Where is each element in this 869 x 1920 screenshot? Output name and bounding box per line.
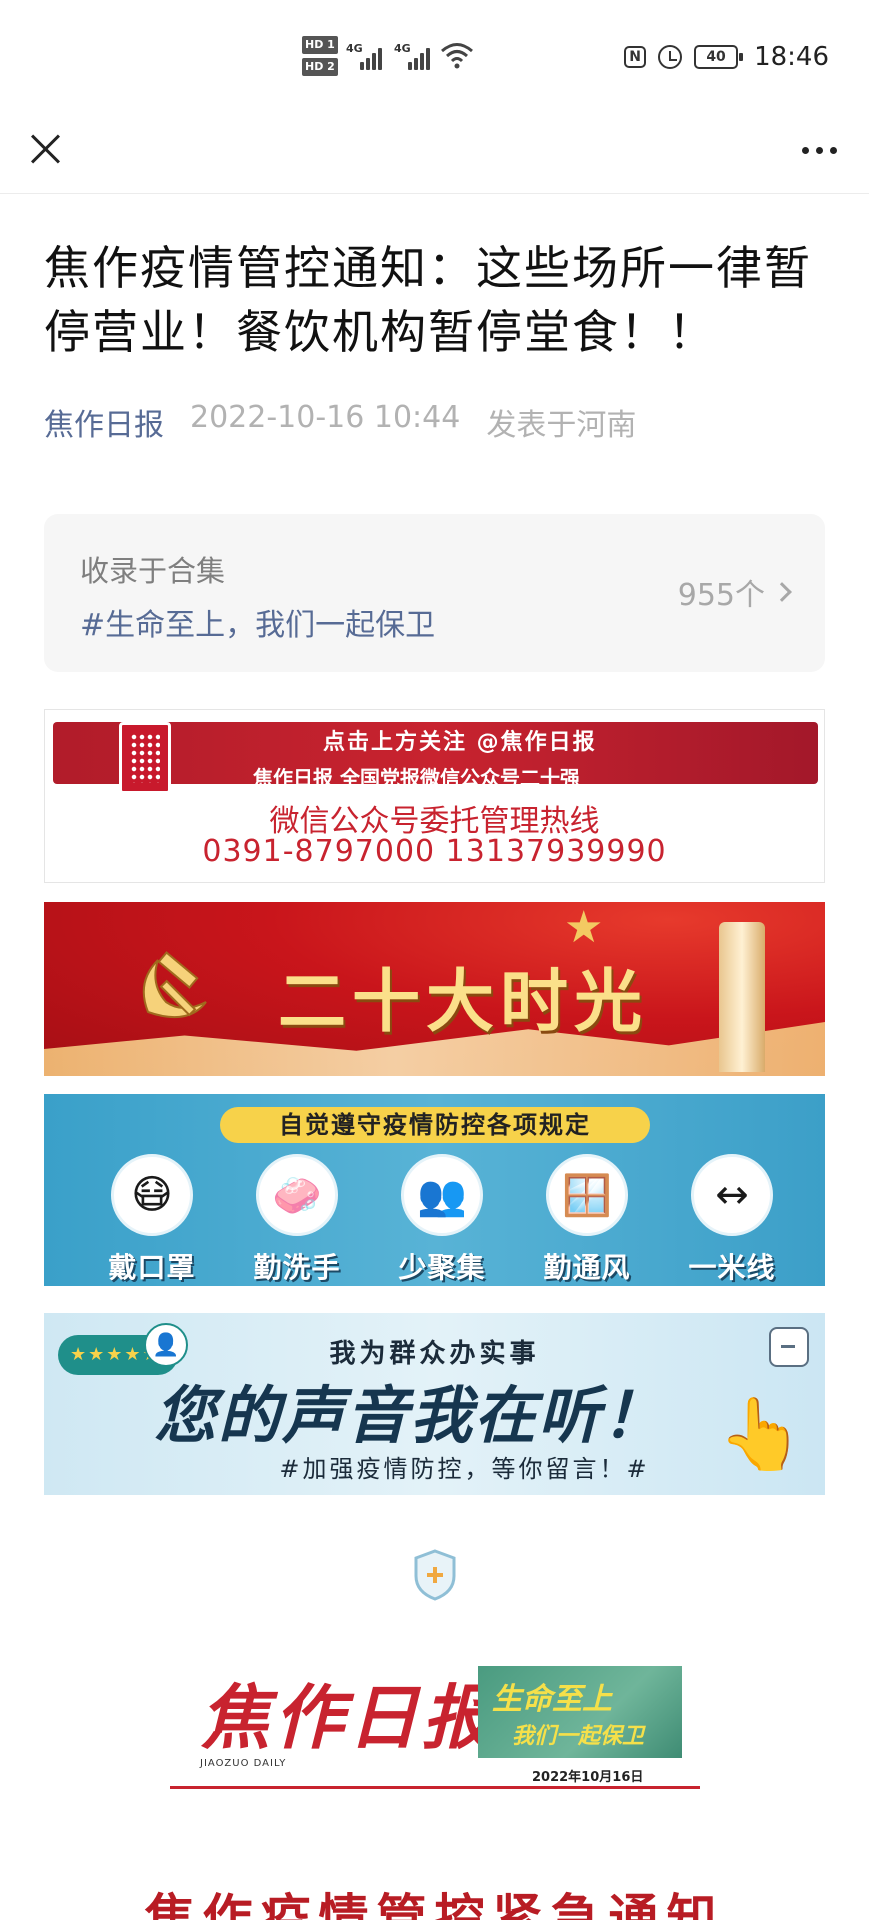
rule-less-gathering: 👥 少聚集 [382, 1154, 502, 1286]
article-title: 焦作疫情管控通知：这些场所一律暂停营业！餐饮机构暂停堂食！！ [44, 241, 812, 359]
rule-wash-hands: 🧼 勤洗手 [237, 1154, 357, 1286]
slogan-line2: 我们一起保卫 [512, 1724, 645, 1749]
publish-datetime: 2022-10-16 10:44 [190, 400, 461, 435]
wifi-icon [441, 43, 473, 69]
hotline-header-strip: 点击上方关注 @焦作日报 焦作日报 全国党报微信公众号二十强 [53, 722, 818, 794]
ranking-text: 焦作日报 全国党报微信公众号二十强 [253, 766, 580, 790]
article-meta: 焦作日报 2022-10-16 10:44 发表于河南 [44, 400, 636, 444]
battery-icon: 40 [694, 45, 744, 69]
exit-icon[interactable] [769, 1327, 809, 1367]
huabiao-pillar-icon [719, 922, 765, 1072]
masthead-name: 焦作日报 [200, 1676, 496, 1759]
signal-1-icon: 4G [346, 42, 384, 70]
collection-count-text: 955个 [677, 578, 765, 613]
mask-icon: 😷 [111, 1154, 193, 1236]
nfc-icon: N [624, 46, 647, 68]
network-type-1: 4G [346, 42, 363, 55]
collection-card[interactable]: 收录于合集 #生命至上，我们一起保卫 955个 [44, 514, 825, 672]
urgent-notice-title: 焦作疫情管控紧急通知 [144, 1888, 725, 1920]
status-right: N 40 18:46 [624, 40, 829, 74]
rule-label: 戴口罩 [108, 1251, 196, 1284]
rule-ventilation: 🪟 勤通风 [527, 1154, 647, 1286]
slogan-line1: 生命至上 [492, 1682, 612, 1717]
distance-icon: ↔ [691, 1154, 773, 1236]
rule-one-meter: ↔ 一米线 [672, 1154, 792, 1286]
collection-tag[interactable]: #生命至上，我们一起保卫 [80, 600, 435, 644]
clock: 18:46 [754, 42, 829, 72]
window-icon: 🪟 [546, 1154, 628, 1236]
shield-plus-icon [414, 1549, 456, 1601]
rule-label: 一米线 [688, 1251, 776, 1284]
masthead-divider [170, 1786, 700, 1789]
network-type-2: 4G [394, 42, 411, 55]
rule-label: 少聚集 [398, 1251, 486, 1284]
publish-location: 发表于河南 [486, 408, 637, 443]
collection-label: 收录于合集 [80, 554, 226, 588]
hd2-badge: HD 2 [302, 58, 338, 76]
more-icon[interactable] [791, 130, 847, 170]
epidemic-rule-list: 😷 戴口罩 🧼 勤洗手 👥 少聚集 🪟 勤通风 ↔ 一米线 [92, 1154, 792, 1286]
chevron-right-icon [772, 582, 792, 602]
hand-wash-icon: 🧼 [256, 1154, 338, 1236]
epidemic-heading: 自觉遵守疫情防控各项规定 [220, 1107, 650, 1143]
rule-mask: 😷 戴口罩 [92, 1154, 212, 1286]
collection-count[interactable]: 955个 [677, 570, 792, 614]
hd-indicator: HD 1 HD 2 [302, 36, 338, 80]
voice-main-text: 您的声音我在听！ [154, 1379, 667, 1452]
signal-2-icon: 4G [394, 42, 432, 70]
newspaper-masthead: 焦作日报 JIAOZUO DAILY 生命至上 我们一起保卫 2022年10月1… [170, 1662, 700, 1790]
rule-label: 勤通风 [543, 1251, 631, 1284]
masthead-date: 2022年10月16日 [532, 1770, 644, 1785]
party-congress-banner[interactable]: ★ 二十大时光 [44, 902, 825, 1076]
rule-label: 勤洗手 [253, 1251, 341, 1284]
epidemic-rules-banner[interactable]: 自觉遵守疫情防控各项规定 😷 戴口罩 🧼 勤洗手 👥 少聚集 🪟 勤通风 ↔ 一… [44, 1094, 825, 1286]
party-banner-text: 二十大时光 [278, 963, 649, 1042]
status-bar: HD 1 HD 2 4G 4G N 40 18:46 [0, 0, 869, 110]
follow-prompt: 点击上方关注 @焦作日报 [323, 730, 597, 755]
top-navigation [0, 110, 869, 194]
voice-footer: #加强疫情防控，等你留言！# [279, 1455, 650, 1483]
slogan-box: 生命至上 我们一起保卫 [478, 1666, 682, 1758]
crowd-icon: 👥 [401, 1154, 483, 1236]
hammer-sickle-icon [142, 951, 207, 1019]
hotline-phones: 0391-8797000 13137939990 [202, 834, 667, 869]
masthead-english: JIAOZUO DAILY [200, 1758, 287, 1769]
voice-feedback-banner[interactable]: ★★★★★ 👤 我为群众办实事 您的声音我在听！ #加强疫情防控，等你留言！# … [44, 1313, 825, 1495]
newspaper-logo-icon [119, 722, 171, 794]
pointing-hand-icon: 👆 [717, 1393, 805, 1475]
account-name-link[interactable]: 焦作日报 [44, 400, 164, 444]
hd1-badge: HD 1 [302, 36, 338, 54]
alarm-icon [658, 45, 683, 69]
hotline-banner[interactable]: 点击上方关注 @焦作日报 焦作日报 全国党报微信公众号二十强 微信公众号委托管理… [44, 709, 825, 883]
close-icon[interactable] [22, 126, 68, 172]
